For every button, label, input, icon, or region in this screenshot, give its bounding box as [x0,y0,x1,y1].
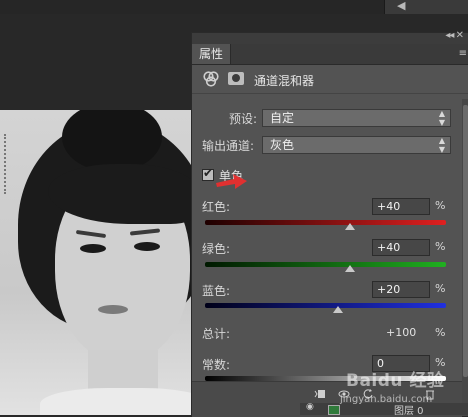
reset-icon[interactable] [362,388,374,400]
collapse-arrow-icon[interactable]: ◀ [397,0,405,12]
delete-icon[interactable] [424,388,436,400]
panel-tab-row: 属性 ≡ [192,44,468,65]
red-percent-label: % [435,199,446,212]
red-value-field[interactable]: +40 [372,198,430,215]
constant-percent-label: % [435,356,446,369]
panel-scrollbar[interactable] [462,99,468,416]
preset-select[interactable]: 自定 ▲ ▼ [262,109,451,127]
red-slider-thumb[interactable] [344,223,355,230]
red-channel-label: 红色: [202,200,231,214]
preset-value: 自定 [270,111,295,125]
photo-lips [98,305,128,314]
select-chevron-icon: ▲ ▼ [438,136,445,154]
hair-ornament [4,134,16,194]
total-percent-label: % [435,326,446,339]
output-channel-label: 输出通道: [202,139,255,153]
scrollbar-thumb[interactable] [463,105,468,377]
layer-visibility-icon[interactable]: ◉ [306,402,314,412]
panel-menu-icon[interactable]: ≡ [459,48,467,59]
select-chevron-icon: ▲ ▼ [438,109,445,127]
tab-properties[interactable]: 属性 [192,44,231,64]
layer-thumbnail[interactable] [328,405,340,415]
constant-label: 常数: [202,358,231,372]
total-label: 总计: [202,327,231,341]
blue-slider-track[interactable] [205,303,446,308]
photo-left-eye [80,244,106,253]
green-percent-label: % [435,240,446,253]
clip-icon[interactable] [314,388,326,400]
constant-value-field[interactable]: 0 [372,355,430,372]
green-slider-thumb[interactable] [344,265,355,272]
double-arrow-icon[interactable]: ◂◂ ✕ [445,30,464,41]
layers-panel-strip: ◉ 图层 0 [300,402,468,417]
output-channel-select[interactable]: 灰色 ▲ ▼ [262,136,451,154]
green-slider-track[interactable] [205,262,446,267]
photo-right-eye [134,242,160,251]
document-tab-area[interactable]: ◀ [384,0,468,14]
properties-panel: ◂◂ ✕ 属性 ≡ 通道混和器 预设: 自定 ▲ ▼ 输出通道: 灰色 ▲ ▼ ✔ … [191,30,468,417]
adjustment-title: 通道混和器 [254,74,315,88]
channel-mixer-icon [203,71,219,87]
green-value-field[interactable]: +40 [372,239,430,256]
visibility-icon[interactable] [338,388,350,400]
canvas-photo [0,110,198,415]
green-channel-label: 绿色: [202,242,231,256]
blue-slider-thumb[interactable] [332,306,343,313]
blue-channel-label: 蓝色: [202,284,231,298]
monochrome-checkbox[interactable]: ✔ [202,166,214,181]
panel-title-bar[interactable]: ◂◂ ✕ [192,30,468,44]
checkmark-icon: ✔ [203,166,214,180]
red-slider-track[interactable] [205,220,446,225]
annotation-arrow-icon [216,174,247,189]
output-channel-value: 灰色 [270,138,295,152]
preset-label: 预设: [229,112,258,126]
adjustment-header: 通道混和器 [192,65,468,94]
blue-percent-label: % [435,282,446,295]
total-value: +100 [386,326,417,339]
blue-value-field[interactable]: +20 [372,281,430,298]
photo-collar [40,388,198,415]
layer-mask-icon[interactable] [228,72,244,85]
